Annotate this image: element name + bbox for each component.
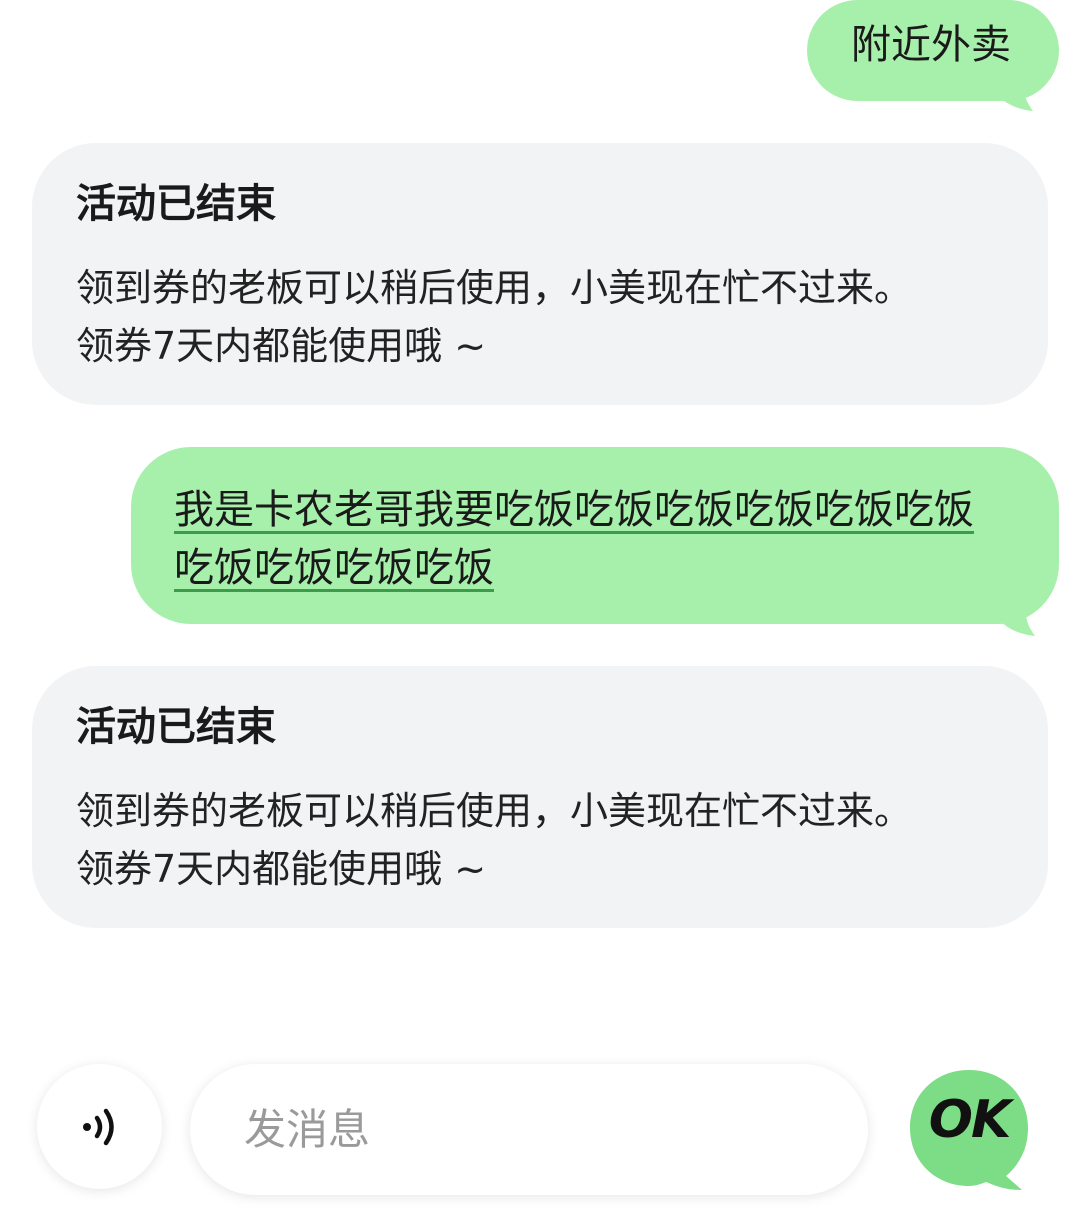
incoming-message-bubble[interactable]: 活动已结束 领到券的老板可以稍后使用，小美现在忙不过来。 领券7天内都能使用哦 … <box>32 143 1048 405</box>
outgoing-message-bubble[interactable]: 附近外卖 <box>807 0 1059 111</box>
voice-input-button[interactable] <box>37 1064 162 1189</box>
message-link-text[interactable]: 我是卡农老哥我要吃饭吃饭吃饭吃饭吃饭吃饭 <box>174 487 974 533</box>
message-input-container[interactable] <box>190 1064 868 1195</box>
bubble-tail-icon <box>997 81 1033 111</box>
message-line: 领到券的老板可以稍后使用，小美现在忙不过来。 <box>76 789 913 833</box>
message-body: 领到券的老板可以稍后使用，小美现在忙不过来。 领券7天内都能使用哦 ~ <box>76 782 1008 898</box>
message-line: 吃饭吃饭吃饭吃饭 <box>174 539 1019 597</box>
message-link-text[interactable]: 吃饭吃饭吃饭吃饭 <box>174 545 494 591</box>
message-title: 活动已结束 <box>76 181 276 227</box>
send-ok-button[interactable]: OK <box>906 1066 1032 1192</box>
message-input[interactable] <box>244 1105 804 1154</box>
voice-wave-icon <box>82 1108 114 1145</box>
chat-screen: 附近外卖 活动已结束 领到券的老板可以稍后使用，小美现在忙不过来。 领券7天内都… <box>0 0 1080 1215</box>
bubble-tail-icon <box>999 606 1035 636</box>
message-line: 我是卡农老哥我要吃饭吃饭吃饭吃饭吃饭吃饭 <box>174 481 1019 539</box>
ok-label: OK <box>928 1090 1012 1150</box>
message-title: 活动已结束 <box>76 704 276 750</box>
message-line: 领券7天内都能使用哦 ~ <box>76 847 487 891</box>
incoming-message-bubble[interactable]: 活动已结束 领到券的老板可以稍后使用，小美现在忙不过来。 领券7天内都能使用哦 … <box>32 666 1048 928</box>
message-line: 领券7天内都能使用哦 ~ <box>76 324 487 368</box>
message-line: 领到券的老板可以稍后使用，小美现在忙不过来。 <box>76 266 913 310</box>
message-text: 附近外卖 <box>851 22 1011 68</box>
outgoing-message-bubble[interactable]: 我是卡农老哥我要吃饭吃饭吃饭吃饭吃饭吃饭 吃饭吃饭吃饭吃饭 <box>131 447 1059 636</box>
message-body: 领到券的老板可以稍后使用，小美现在忙不过来。 领券7天内都能使用哦 ~ <box>76 259 1008 375</box>
